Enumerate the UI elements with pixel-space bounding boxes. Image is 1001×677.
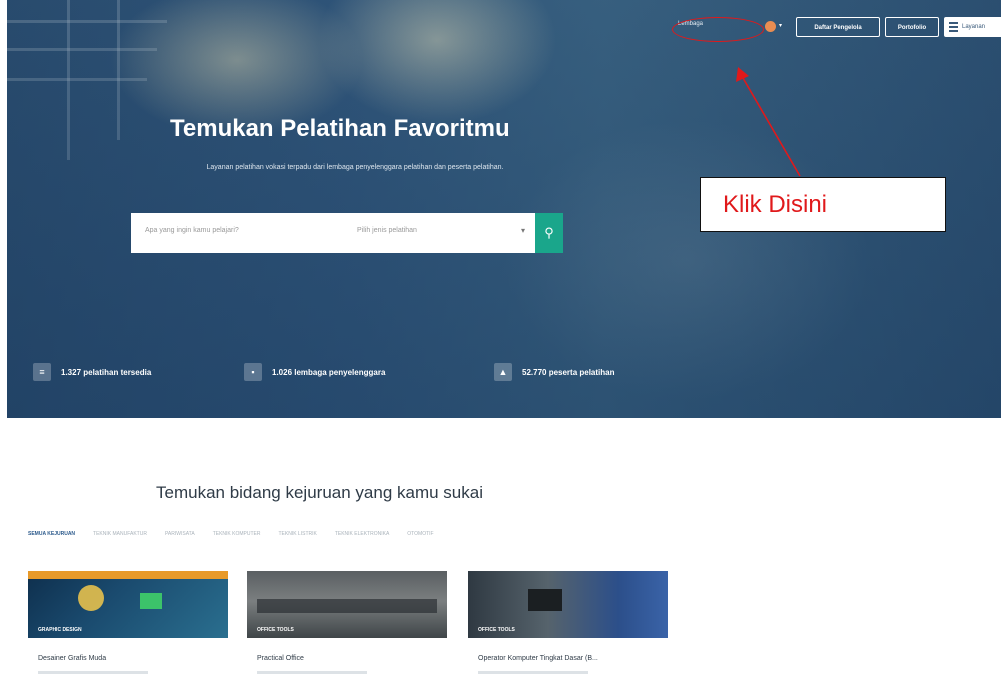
register-button[interactable]: Daftar Pengelola: [796, 17, 880, 37]
stat-participants-label: 52.770 peserta pelatihan: [522, 367, 615, 377]
search-icon: ⚲: [544, 225, 554, 240]
avatar[interactable]: [765, 21, 776, 32]
monitor-icon: [528, 589, 562, 611]
tab-all[interactable]: SEMUA KEJURUAN: [28, 531, 75, 537]
section-title: Temukan bidang kejuruan yang kamu sukai: [156, 483, 483, 502]
card-image-banner: [28, 571, 228, 579]
tab-electronics[interactable]: TEKNIK ELEKTRONIKA: [335, 531, 389, 537]
course-card[interactable]: GRAPHIC DESIGN Desainer Grafis Muda: [28, 571, 228, 677]
hero-subtitle: Layanan pelatihan vokasi terpadu dari le…: [206, 164, 504, 171]
annotation-callout-text: Klik Disini: [723, 191, 828, 218]
hero-scaffold-bar: [7, 20, 167, 23]
tab-electrical[interactable]: TEKNIK LISTRIK: [278, 531, 316, 537]
search-bar: Apa yang ingin kamu pelajari? Pilih jeni…: [131, 213, 563, 253]
menu-button[interactable]: Layanan: [944, 17, 1001, 37]
tab-tourism[interactable]: PARIWISATA: [165, 531, 195, 537]
portfolio-button[interactable]: Portofolio: [885, 17, 939, 37]
stat-participants: ▲ 52.770 peserta pelatihan: [494, 363, 615, 381]
hamburger-icon: [949, 22, 958, 34]
search-button[interactable]: ⚲: [535, 213, 563, 253]
training-type-select[interactable]: Pilih jenis pelatihan: [357, 227, 417, 234]
stat-institutions: ▪ 1.026 lembaga penyelenggara: [244, 363, 385, 381]
stat-institutions-label: 1.026 lembaga penyelenggara: [272, 367, 386, 377]
stat-trainings-label: 1.327 pelatihan tersedia: [61, 367, 152, 377]
card-tag: OFFICE TOOLS: [257, 627, 294, 633]
list-icon: ≡: [33, 363, 51, 381]
course-card[interactable]: OFFICE TOOLS Operator Komputer Tingkat D…: [468, 571, 668, 677]
chevron-down-icon: ▾: [779, 23, 783, 29]
search-input[interactable]: Apa yang ingin kamu pelajari?: [145, 227, 239, 234]
card-title: Operator Komputer Tingkat Dasar (B...: [478, 655, 598, 662]
annotation-callout: Klik Disini: [700, 177, 946, 232]
card-meta: [257, 671, 367, 674]
hero-scaffold-bar: [7, 48, 157, 51]
highlight-oval: [672, 17, 764, 42]
menu-button-label: Layanan: [962, 24, 986, 30]
card-title: Desainer Grafis Muda: [38, 655, 107, 662]
download-icon: [140, 593, 162, 609]
tab-computer[interactable]: TEKNIK KOMPUTER: [213, 531, 261, 537]
tab-manufacturing[interactable]: TEKNIK MANUFAKTUR: [93, 531, 147, 537]
card-title: Practical Office: [257, 655, 304, 662]
hero-title: Temukan Pelatihan Favoritmu: [170, 115, 510, 142]
hero-scaffold-bar: [117, 0, 120, 140]
chevron-down-icon: ▾: [521, 226, 526, 235]
lightbulb-icon: [78, 585, 104, 611]
card-tag: GRAPHIC DESIGN: [38, 627, 82, 633]
card-meta: [478, 671, 588, 674]
hero-scaffold-bar: [67, 0, 70, 160]
graduation-cap-icon: ▲: [494, 363, 512, 381]
category-tabs: SEMUA KEJURUAN TEKNIK MANUFAKTUR PARIWIS…: [28, 531, 434, 537]
building-icon: ▪: [244, 363, 262, 381]
card-meta: [38, 671, 148, 674]
stat-trainings: ≡ 1.327 pelatihan tersedia: [33, 363, 151, 381]
tab-automotive[interactable]: OTOMOTIF: [407, 531, 433, 537]
classroom-desks: [257, 599, 437, 613]
card-tag: OFFICE TOOLS: [478, 627, 515, 633]
course-card[interactable]: OFFICE TOOLS Practical Office: [247, 571, 447, 677]
hero-scaffold-bar: [7, 78, 147, 81]
